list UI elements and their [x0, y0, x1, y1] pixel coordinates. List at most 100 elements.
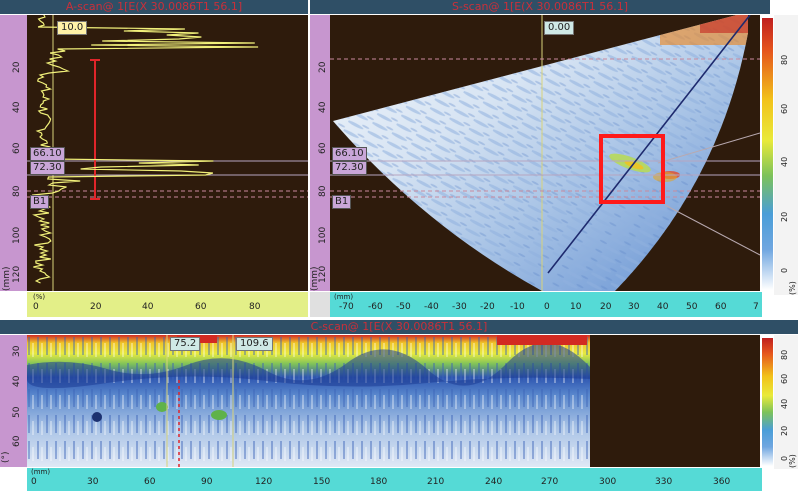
s-scan-colorbar-scale: 80 60 40 20 0 (%)	[774, 15, 798, 295]
s-ytick: 20	[318, 61, 328, 73]
a-ytick: 60	[12, 142, 22, 154]
c-cursor-value-2[interactable]: 109.6	[236, 337, 273, 351]
s-scan-colorbar	[762, 18, 773, 290]
c-cursor-value-1[interactable]: 75.2	[170, 337, 201, 351]
s-cb-tick: 40	[780, 156, 789, 167]
c-xtick: 150	[313, 477, 331, 487]
c-ytick: 30	[12, 345, 22, 357]
s-scan-plot[interactable]: 0.00 66.10 72.30 B1	[330, 15, 760, 291]
s-xtick: -60	[368, 302, 383, 312]
a-ytick: 80	[12, 185, 22, 197]
a-xunit: (%)	[33, 293, 46, 301]
s-cb-tick: 0	[780, 267, 789, 273]
s-xtick: -20	[480, 302, 495, 312]
s-scan-graphics	[330, 15, 760, 291]
s-ytick: 100	[318, 226, 328, 244]
a-xtick: 80	[249, 302, 261, 312]
a-gate-value[interactable]: 10.0	[57, 21, 88, 35]
a-scan-trace	[31, 15, 259, 284]
c-cb-unit: (%)	[788, 454, 797, 468]
s-xtick: 20	[600, 302, 612, 312]
c-scan-indication	[156, 402, 168, 412]
a-cursor-label-1[interactable]: 66.10	[30, 147, 65, 161]
s-cb-tick: 80	[780, 54, 789, 65]
c-xtick: 330	[655, 477, 673, 487]
c-scan-scan-ruler[interactable]: 0 30 60 90 120 150 180 210 240 270 300 3…	[27, 468, 762, 491]
s-ytick: 40	[318, 101, 328, 113]
s-ytick: 60	[318, 142, 328, 154]
s-ytick: 80	[318, 185, 328, 197]
c-cb-tick: 40	[780, 398, 789, 409]
s-gate-value[interactable]: 0.00	[544, 21, 575, 35]
s-xtick: -70	[339, 302, 354, 312]
a-ytick: 120	[12, 265, 22, 283]
a-ytick: 40	[12, 101, 22, 113]
ultrasonic-viewer: A-scan@ 1[E(X 30.0086T1 56.1] 20 40 60 8…	[0, 0, 798, 491]
c-scan-indication	[92, 412, 102, 422]
s-scan-title: S-scan@ 1[E(X 30.0086T1 56.1]	[310, 0, 770, 14]
c-scan-hot	[497, 335, 587, 345]
s-gate-b1-label[interactable]: B1	[332, 195, 352, 209]
s-cb-tick: 60	[780, 103, 789, 114]
s-xtick: 7	[753, 302, 759, 312]
c-xtick: 270	[541, 477, 559, 487]
c-ytick: 50	[12, 406, 22, 418]
s-xtick: 30	[628, 302, 640, 312]
c-scan-graphics	[27, 335, 590, 467]
a-xtick: 0	[33, 302, 39, 312]
c-xtick: 60	[144, 477, 156, 487]
s-xtick: 60	[715, 302, 727, 312]
c-xtick: 300	[599, 477, 617, 487]
s-cursor-label-1[interactable]: 66.10	[332, 147, 367, 161]
c-scan-colorbar-scale: 80 60 40 20 0 (%)	[774, 335, 798, 469]
a-yunit: (mm)	[2, 266, 12, 291]
a-scan-title: A-scan@ 1[E(X 30.0086T1 56.1]	[0, 0, 308, 14]
a-ytick: 100	[12, 226, 22, 244]
c-xtick: 210	[427, 477, 445, 487]
a-ytick: 20	[12, 61, 22, 73]
c-ytick: 40	[12, 375, 22, 387]
a-gate-b1-label[interactable]: B1	[30, 195, 50, 209]
a-cursor-label-2[interactable]: 72.30	[30, 161, 65, 175]
s-xunit: (mm)	[334, 293, 354, 301]
s-cb-tick: 20	[780, 211, 789, 222]
a-xtick: 40	[142, 302, 154, 312]
s-xtick: -10	[510, 302, 525, 312]
c-xtick: 360	[713, 477, 731, 487]
s-yunit: (mm)	[310, 266, 320, 291]
s-xtick: 50	[686, 302, 698, 312]
c-xtick: 90	[201, 477, 213, 487]
a-scan-depth-ruler[interactable]: 20 40 60 80 100 120 (mm)	[0, 15, 27, 291]
c-xtick: 120	[255, 477, 273, 487]
s-cursor-label-2[interactable]: 72.30	[332, 161, 367, 175]
s-xtick: -50	[396, 302, 411, 312]
c-xtick: 180	[370, 477, 388, 487]
s-xtick: -30	[452, 302, 467, 312]
c-cb-tick: 60	[780, 373, 789, 384]
c-xtick: 0	[31, 477, 37, 487]
a-scan-amplitude-ruler[interactable]: 0 20 40 60 80 (%)	[27, 292, 308, 317]
c-cb-tick: 20	[780, 425, 789, 436]
s-cb-unit: (%)	[788, 281, 797, 295]
c-scan-indication	[211, 410, 227, 420]
c-xtick: 30	[87, 477, 99, 487]
c-yunit: (°)	[1, 451, 11, 463]
c-ytick: 60	[12, 435, 22, 447]
s-scan-index-ruler[interactable]: -70 -60 -50 -40 -30 -20 -10 0 10 20 30 4…	[330, 292, 762, 317]
s-reflect-line	[664, 204, 760, 256]
c-scan-angle-ruler[interactable]: 30 40 50 60 (°)	[0, 335, 27, 467]
a-xtick: 60	[195, 302, 207, 312]
c-cb-tick: 80	[780, 349, 789, 360]
a-scan-plot[interactable]: 10.0 66.10 72.30 B1	[27, 15, 308, 291]
c-xunit: (mm)	[31, 468, 51, 476]
s-xtick: 0	[544, 302, 550, 312]
s-ruler-corner	[310, 292, 330, 317]
a-xtick: 20	[90, 302, 102, 312]
s-xtick: 10	[570, 302, 582, 312]
c-xtick: 240	[485, 477, 503, 487]
c-scan-plot[interactable]: 75.2 109.6	[27, 335, 760, 467]
s-scan-depth-ruler[interactable]: 20 40 60 80 100 120 (mm)	[310, 15, 330, 291]
s-xtick: 40	[657, 302, 669, 312]
a-scan-graphics	[27, 15, 308, 291]
c-scan-title: C-scan@ 1[E(X 30.0086T1 56.1]	[0, 320, 798, 334]
